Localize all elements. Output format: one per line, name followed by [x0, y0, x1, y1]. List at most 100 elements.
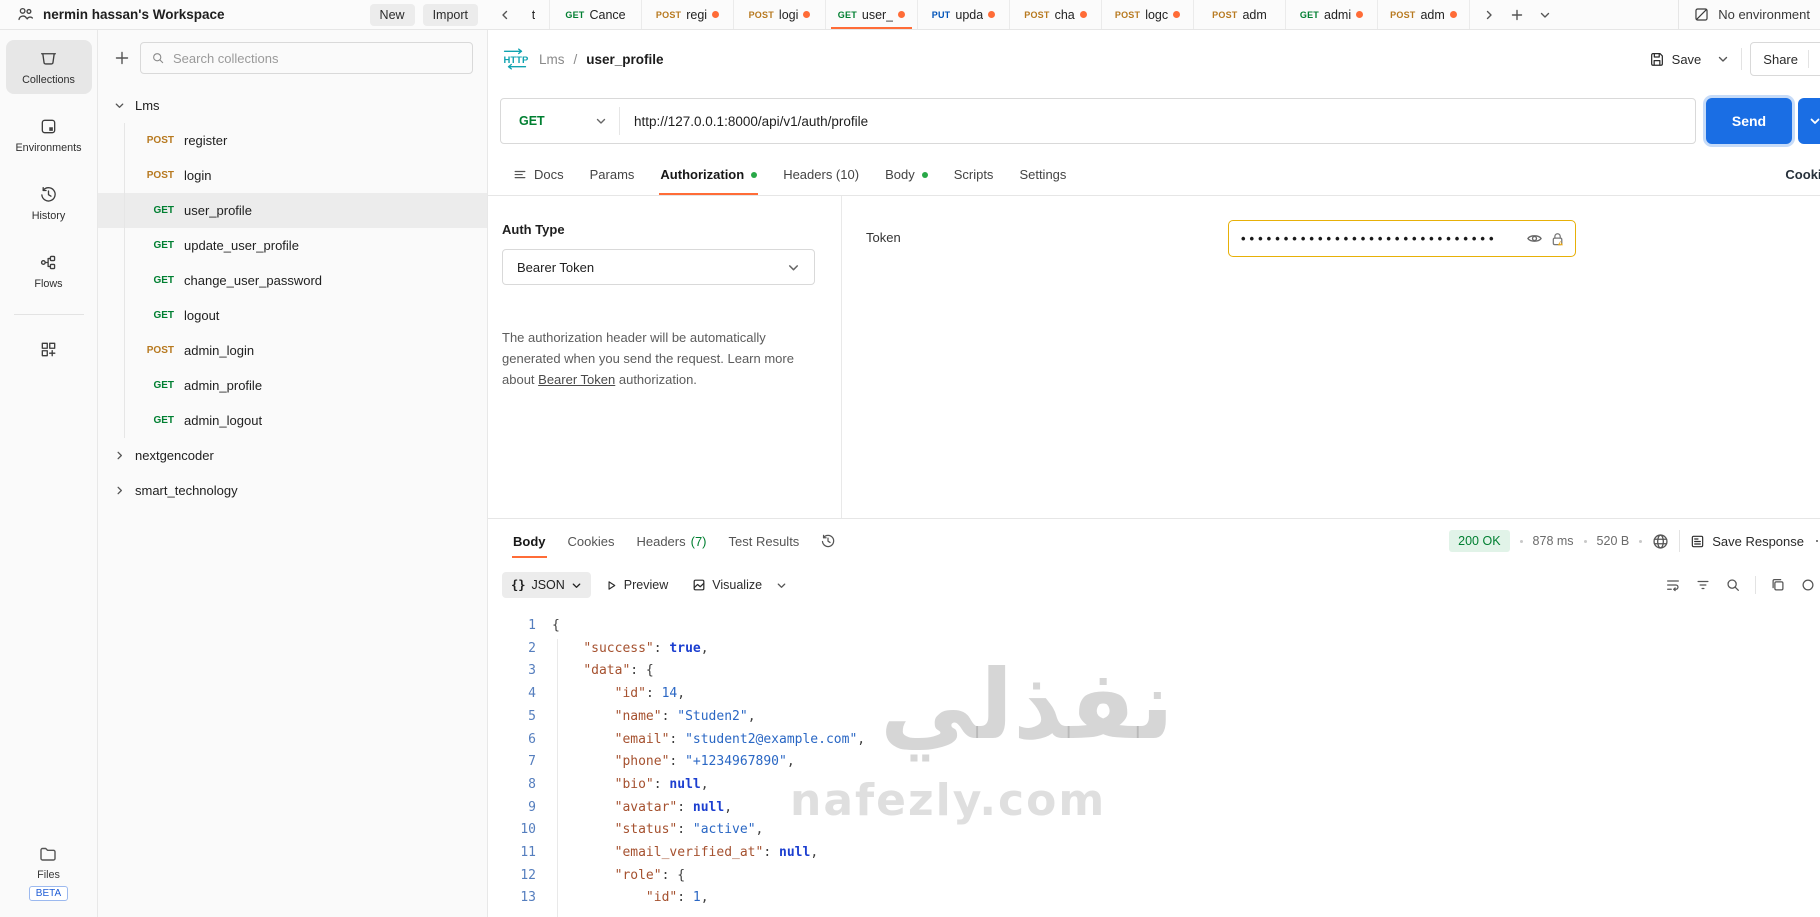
vault-lock-warning-icon[interactable] [1549, 230, 1567, 248]
visualize-button[interactable]: Visualize [682, 572, 772, 598]
chevron-right-icon[interactable] [114, 450, 125, 461]
request-tab[interactable]: POST cha [1010, 0, 1102, 29]
filter-icon[interactable] [1695, 577, 1711, 593]
request-row-register[interactable]: POST register [98, 123, 487, 158]
request-row-admin_logout[interactable]: GET admin_logout [98, 403, 487, 438]
copy-icon[interactable] [1770, 577, 1786, 593]
token-label: Token [866, 230, 901, 245]
send-button[interactable]: Send [1706, 98, 1792, 144]
more-options-icon[interactable] [1814, 534, 1820, 548]
new-button[interactable]: New [369, 3, 415, 26]
request-tab[interactable]: GET Cance [550, 0, 642, 29]
collection-row-nextgencoder[interactable]: nextgencoder [98, 438, 487, 473]
breadcrumb-request-name[interactable]: user_profile [586, 52, 663, 67]
chevron-right-icon[interactable] [114, 485, 125, 496]
method-label: POST [1390, 9, 1416, 20]
response-size[interactable]: 520 B [1597, 534, 1630, 548]
rail-item-files[interactable]: Files BETA [28, 844, 69, 901]
code-token: "id" [614, 686, 646, 702]
save-button[interactable]: Save [1645, 45, 1706, 73]
collection-row-Lms[interactable]: Lms [98, 88, 487, 123]
token-input[interactable]: •••••••••••••••••••••••••••••• [1228, 220, 1576, 257]
import-button[interactable]: Import [422, 3, 478, 26]
tab-headers-[interactable]: Headers (10) [770, 154, 872, 195]
code-token: "id" [645, 890, 678, 906]
save-options-chevron-icon[interactable] [1713, 49, 1733, 69]
url-input[interactable]: http://127.0.0.1:8000/api/v1/auth/profil… [620, 99, 1695, 143]
rail-item-history[interactable]: History [6, 176, 92, 230]
search-collections-input[interactable] [173, 50, 462, 66]
tab-scripts[interactable]: Scripts [941, 154, 1007, 195]
show-token-eye-icon[interactable] [1526, 230, 1543, 247]
tabs-menu-chevron-icon[interactable] [1532, 3, 1558, 27]
send-options-chevron-icon[interactable] [1798, 98, 1820, 144]
request-tab[interactable]: POST logi [734, 0, 826, 29]
request-row-logout[interactable]: GET logout [98, 298, 487, 333]
request-tab[interactable]: GET admi [1286, 0, 1378, 29]
response-history-icon[interactable] [810, 519, 846, 563]
request-tab[interactable]: PUT upda [918, 0, 1010, 29]
request-row-admin_profile[interactable]: GET admin_profile [98, 368, 487, 403]
workspace-name[interactable]: nermin hassan's Workspace [43, 7, 362, 22]
rail-item-collections[interactable]: Collections [5, 40, 92, 94]
rail-item-environments[interactable]: Environments [6, 108, 92, 162]
rail-item-apps[interactable] [6, 331, 92, 367]
tabs-scroll-left-icon[interactable] [492, 0, 518, 29]
request-tab[interactable]: POST adm [1194, 0, 1286, 29]
preview-label: Preview [623, 578, 669, 592]
tab-authorization[interactable]: Authorization [647, 154, 770, 195]
request-tab[interactable]: POST logc [1102, 0, 1194, 29]
clipped-edge-icon[interactable] [1800, 577, 1816, 593]
files-label: Files [37, 869, 60, 881]
save-response-button[interactable]: Save Response [1690, 534, 1804, 549]
tab-settings[interactable]: Settings [1006, 154, 1079, 195]
image-icon [692, 578, 706, 592]
response-tab-test-results[interactable]: Test Results [718, 519, 811, 563]
bearer-token-link[interactable]: Bearer Token [538, 372, 615, 387]
response-body-json[interactable]: 1{2 "success": true, 3 "data": {4 "id": 1… [488, 607, 1820, 917]
tab-params[interactable]: Params [577, 154, 648, 195]
line-number: 7 [528, 754, 536, 770]
request-row-user_profile[interactable]: GET user_profile [98, 193, 487, 228]
method-dropdown[interactable]: GET [501, 99, 619, 143]
cookies-link[interactable]: Cookies [1785, 154, 1820, 195]
chevron-down-icon[interactable] [114, 100, 125, 111]
search-response-icon[interactable] [1725, 577, 1741, 593]
wrap-text-icon[interactable] [1665, 577, 1681, 593]
search-collections-box[interactable] [140, 42, 473, 74]
request-row-admin_login[interactable]: POST admin_login [98, 333, 487, 368]
rail-item-flows[interactable]: Flows [6, 244, 92, 298]
auth-type-dropdown[interactable]: Bearer Token [502, 249, 815, 285]
response-tab-cookies[interactable]: Cookies [557, 519, 626, 563]
request-tab[interactable]: POST adm [1378, 0, 1470, 29]
response-tab-headers[interactable]: Headers (7) [625, 519, 717, 563]
response-tab-body[interactable]: Body [502, 519, 557, 563]
new-tab-icon[interactable] [1504, 3, 1530, 27]
network-globe-icon[interactable] [1652, 533, 1669, 550]
request-tab[interactable]: GET user_ [826, 0, 918, 29]
visualize-chevron-icon[interactable] [776, 580, 787, 591]
response-format-dropdown[interactable]: {} JSON [502, 572, 591, 598]
add-collection-icon[interactable] [114, 50, 130, 66]
breadcrumb-collection[interactable]: Lms [539, 52, 565, 67]
request-row-change_user_password[interactable]: GET change_user_password [98, 263, 487, 298]
environment-selector[interactable]: No environment [1678, 0, 1820, 29]
preview-button[interactable]: Preview [595, 572, 678, 598]
request-row-update_user_profile[interactable]: GET update_user_profile [98, 228, 487, 263]
response-time[interactable]: 878 ms [1533, 534, 1574, 548]
request-tab[interactable]: t [518, 0, 550, 29]
url-box: GET http://127.0.0.1:8000/api/v1/auth/pr… [500, 98, 1696, 144]
share-label: Share [1763, 51, 1798, 67]
request-row-login[interactable]: POST login [98, 158, 487, 193]
collection-row-smart_technology[interactable]: smart_technology [98, 473, 487, 508]
tab-docs[interactable]: Docs [500, 154, 577, 195]
rail-item-label: Collections [22, 74, 75, 86]
status-badge[interactable]: 200 OK [1449, 530, 1510, 552]
share-button[interactable]: Share [1750, 42, 1820, 76]
tab-body[interactable]: Body [872, 154, 941, 195]
request-tab[interactable]: POST regi [642, 0, 734, 29]
tab-label: Settings [1019, 167, 1067, 182]
tabs-scroll-right-icon[interactable] [1476, 3, 1502, 27]
tab-label: Scripts [953, 167, 994, 182]
